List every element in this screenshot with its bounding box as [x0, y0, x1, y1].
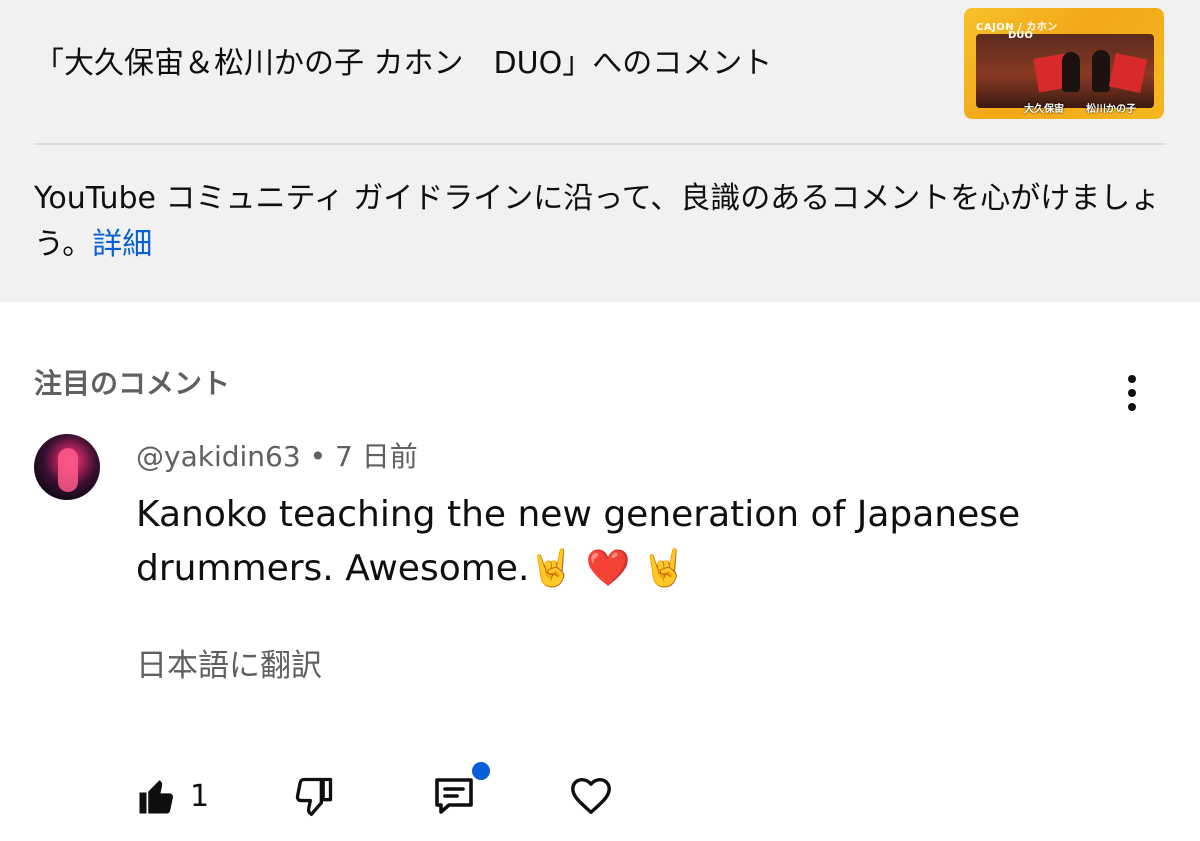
thumbnail-name-right: 松川かの子	[1086, 104, 1136, 115]
video-title: 「大久保宙＆松川かの子 カホン DUO」へのコメント	[34, 46, 773, 81]
featured-comments-heading: 注目のコメント	[34, 367, 231, 400]
comment-time: 7 日前	[334, 440, 418, 473]
thumbnail-performer-left	[1062, 52, 1080, 92]
favorite-button[interactable]	[568, 770, 614, 822]
video-thumbnail[interactable]: CAJON / カホン DUO 大久保宙 松川かの子	[964, 8, 1164, 119]
meta-separator: •	[309, 440, 327, 473]
comment-body: Kanoko teaching the new generation of Ja…	[136, 494, 1021, 589]
thumbnail-performer-right	[1092, 50, 1110, 92]
guidelines-text: YouTube コミュニティ ガイドラインに沿って、良識のあるコメントを心がけま…	[34, 181, 1161, 262]
heart-icon	[571, 777, 611, 815]
comment-author[interactable]: @yakidin63	[136, 440, 301, 473]
avatar-figure	[58, 448, 78, 492]
comment-icon	[435, 778, 473, 814]
like-count: 1	[190, 778, 210, 814]
thumbnail-name-left: 大久保宙	[1024, 104, 1064, 115]
notification-dot	[472, 762, 490, 780]
dislike-button[interactable]	[292, 770, 336, 822]
thumbs-up-icon	[139, 780, 173, 814]
guidelines-details-link[interactable]: 詳細	[92, 227, 152, 262]
more-vertical-icon[interactable]	[1114, 372, 1150, 412]
community-guidelines-notice: YouTube コミュニティ ガイドラインに沿って、良識のあるコメントを心がけま…	[34, 176, 1174, 268]
reply-button[interactable]	[430, 762, 490, 822]
avatar[interactable]	[34, 434, 100, 500]
thumbnail-duo-text: DUO	[1008, 30, 1033, 41]
comment-header-panel: 「大久保宙＆松川かの子 カホン DUO」へのコメント CAJON / カホン D…	[0, 0, 1200, 302]
comment-meta: @yakidin63 • 7 日前	[136, 438, 418, 476]
header-divider	[34, 143, 1166, 145]
like-button[interactable]: 1	[136, 770, 209, 822]
translate-button[interactable]: 日本語に翻訳	[136, 640, 322, 685]
thumbs-down-icon	[295, 777, 333, 816]
